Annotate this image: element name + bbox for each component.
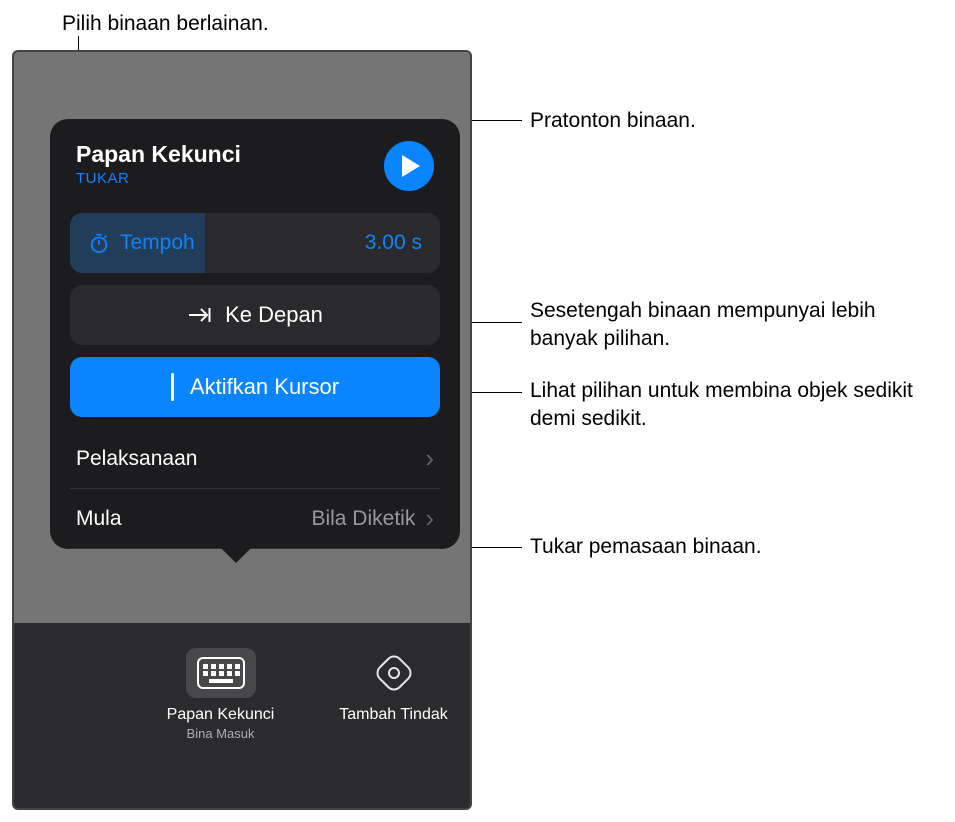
- activate-cursor-row[interactable]: Aktifkan Kursor: [70, 357, 440, 417]
- popover-arrow: [220, 547, 252, 563]
- forward-label: Ke Depan: [225, 302, 323, 328]
- change-button[interactable]: TUKAR: [76, 170, 241, 187]
- cursor-icon: [171, 373, 174, 401]
- bottom-item-add-action[interactable]: Tambah Tindak: [317, 648, 470, 808]
- arrow-right-icon: [187, 307, 211, 323]
- forward-row[interactable]: Ke Depan: [70, 285, 440, 345]
- play-icon: [402, 155, 420, 177]
- start-row[interactable]: Mula Bila Diketik ›: [70, 489, 440, 549]
- start-value: Bila Diketik: [311, 507, 415, 531]
- popover-header: Papan Kekunci TUKAR: [70, 141, 440, 191]
- bottom-item-subtitle: Bina Masuk: [144, 726, 297, 741]
- bottom-item-title: Papan Kekunci: [144, 706, 297, 724]
- chevron-right-icon: ›: [425, 443, 434, 474]
- duration-value: 3.00 s: [365, 231, 422, 255]
- build-popover: Papan Kekunci TUKAR Tempoh 3.00 s: [50, 119, 460, 549]
- bottom-item-title: Tambah Tindak: [317, 706, 470, 724]
- callout-cursor: Lihat pilihan untuk membina objek sediki…: [530, 377, 930, 434]
- callout-change: Pilih binaan berlainan.: [62, 10, 269, 38]
- popover-title: Papan Kekunci: [76, 141, 241, 168]
- keyboard-icon: [186, 648, 256, 698]
- play-button[interactable]: [384, 141, 434, 191]
- action-icon: [359, 648, 429, 698]
- bottom-bar: Papan Kekunci Bina Masuk Tambah Tindak: [14, 623, 470, 808]
- duration-row[interactable]: Tempoh 3.00 s: [70, 213, 440, 273]
- screenshot-frame: Papan Kekunci Bina Masuk Tambah Tindak P…: [12, 50, 472, 810]
- cursor-label: Aktifkan Kursor: [190, 374, 339, 400]
- start-label: Mula: [76, 507, 122, 531]
- execution-row[interactable]: Pelaksanaan ›: [70, 429, 440, 489]
- bottom-item-keyboard[interactable]: Papan Kekunci Bina Masuk: [144, 648, 297, 808]
- callout-play: Pratonton binaan.: [530, 107, 696, 135]
- duration-label: Tempoh: [120, 231, 195, 255]
- execution-label: Pelaksanaan: [76, 447, 197, 471]
- callout-forward: Sesetengah binaan mempunyai lebih banyak…: [530, 297, 930, 354]
- chevron-right-icon: ›: [425, 503, 434, 534]
- timer-icon: [88, 232, 110, 254]
- callout-start: Tukar pemasaan binaan.: [530, 533, 762, 561]
